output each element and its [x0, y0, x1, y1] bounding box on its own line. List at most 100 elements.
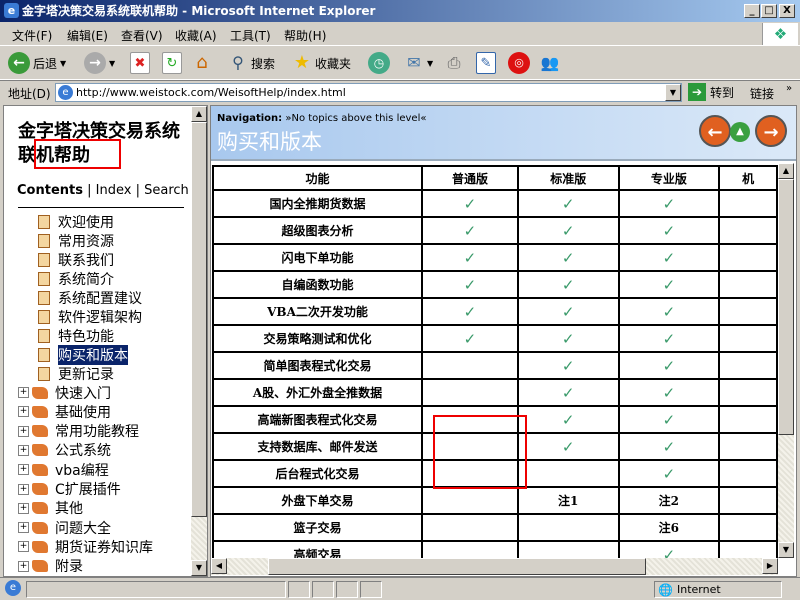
- expand-icon[interactable]: +: [18, 483, 29, 495]
- highlight-box: [433, 415, 527, 489]
- toc-book-item[interactable]: + C扩展插件: [18, 480, 121, 499]
- content-hscrollbar[interactable]: ◀ ▶: [211, 558, 778, 575]
- scroll-up-button[interactable]: ▲: [191, 106, 207, 122]
- menu-file[interactable]: 文件(F): [12, 27, 52, 44]
- stop-button[interactable]: ✖: [130, 50, 150, 76]
- toc-book-item[interactable]: + 期货证券知识库: [18, 537, 153, 556]
- toc-tabs: Contents | Index | Search: [17, 183, 189, 198]
- chevron-icon: »: [786, 83, 793, 94]
- menu-view[interactable]: 查看(V): [121, 27, 163, 44]
- toc-book-item[interactable]: + 快速入门: [18, 383, 111, 402]
- minimize-button[interactable]: _: [744, 4, 760, 18]
- expand-icon[interactable]: +: [18, 560, 29, 572]
- toc-page-item[interactable]: 软件逻辑架构: [18, 307, 142, 326]
- maximize-button[interactable]: □: [761, 4, 777, 18]
- tab-contents[interactable]: Contents: [17, 183, 83, 198]
- next-topic-button[interactable]: →: [755, 115, 787, 147]
- version-cell: [718, 351, 778, 380]
- expand-icon[interactable]: +: [18, 444, 29, 456]
- column-header: 标准版: [516, 165, 620, 191]
- scroll-thumb[interactable]: [778, 179, 794, 435]
- forward-button[interactable]: → ▼: [84, 50, 115, 76]
- refresh-button[interactable]: ↻: [162, 50, 182, 76]
- check-icon: ✓: [516, 378, 620, 407]
- expand-icon[interactable]: +: [18, 464, 29, 476]
- toc-page-item[interactable]: 常用资源: [18, 231, 114, 250]
- feature-cell: 高频交易: [212, 540, 423, 558]
- scroll-thumb[interactable]: [191, 122, 207, 517]
- toc-page-item[interactable]: 更新记录: [18, 364, 114, 383]
- menu-bar: 文件(F) 编辑(E) 查看(V) 收藏(A) 工具(T) 帮助(H): [0, 22, 800, 46]
- check-icon: ✓: [617, 297, 721, 326]
- expand-icon[interactable]: +: [18, 406, 29, 418]
- citic-button[interactable]: ◎: [508, 50, 530, 76]
- page-icon: [38, 252, 50, 267]
- toc-book-item[interactable]: + 公式系统: [18, 441, 111, 460]
- go-button[interactable]: ➔ 转到: [688, 83, 734, 101]
- zone-label: Internet: [677, 583, 721, 596]
- scroll-down-button[interactable]: ▼: [778, 542, 794, 558]
- toc-item-label: 更新记录: [58, 366, 114, 383]
- toc-book-item[interactable]: + 问题大全: [18, 518, 111, 537]
- toc-page-item[interactable]: 欢迎使用: [18, 212, 114, 231]
- content-vscrollbar[interactable]: ▲ ▼: [778, 163, 794, 558]
- version-cell: [718, 540, 778, 558]
- expand-icon[interactable]: +: [18, 502, 29, 514]
- scroll-left-button[interactable]: ◀: [211, 558, 227, 574]
- toc-book-item[interactable]: + vba编程: [18, 460, 109, 479]
- toc-item-label: vba编程: [55, 462, 109, 479]
- address-input[interactable]: e http://www.weistock.com/WeisoftHelp/in…: [55, 83, 682, 102]
- toc-scrollbar[interactable]: ▲ ▼: [191, 106, 207, 576]
- history-button[interactable]: ◷: [368, 50, 390, 76]
- table-row: 篮子交易 注6: [212, 513, 778, 542]
- scroll-down-button[interactable]: ▼: [191, 560, 207, 576]
- mail-button[interactable]: ✉ ▼: [404, 50, 433, 76]
- tab-index[interactable]: Index: [96, 183, 132, 198]
- menu-favorites[interactable]: 收藏(A): [175, 27, 217, 44]
- close-button[interactable]: X: [779, 4, 795, 18]
- table-viewport: 功能 普通版 标准版 专业版机 国内全推期货数据 ✓ ✓ ✓ 超级图表分析 ✓ ✓ ✓ 闪电下单功能 ✓…: [211, 163, 778, 558]
- menu-help[interactable]: 帮助(H): [284, 27, 326, 44]
- page-icon: e: [58, 85, 73, 100]
- history-icon: ◷: [368, 52, 390, 74]
- menu-tools[interactable]: 工具(T): [230, 27, 271, 44]
- address-dropdown-button[interactable]: ▼: [665, 84, 681, 101]
- refresh-icon: ↻: [162, 52, 182, 74]
- home-button[interactable]: ⌂: [192, 50, 212, 76]
- search-button[interactable]: ⚲ 搜索: [228, 50, 275, 76]
- expand-icon[interactable]: +: [18, 425, 29, 437]
- page-status-icon: e: [5, 580, 21, 596]
- up-topic-button[interactable]: ▲: [730, 122, 750, 142]
- toc-book-item[interactable]: + 其他: [18, 499, 83, 518]
- table-row: VBA二次开发功能 ✓ ✓ ✓: [212, 297, 778, 326]
- toc-page-item[interactable]: 系统简介: [18, 269, 114, 288]
- toc-page-item[interactable]: 系统配置建议: [18, 288, 142, 307]
- hscroll-thumb[interactable]: [268, 558, 646, 575]
- scroll-up-button[interactable]: ▲: [778, 163, 794, 179]
- edit-button[interactable]: ✎: [476, 50, 496, 76]
- print-button[interactable]: ⎙: [444, 50, 464, 76]
- version-cell: [718, 189, 778, 218]
- expand-icon[interactable]: +: [18, 541, 29, 553]
- toc-page-item[interactable]: 联系我们: [18, 250, 114, 269]
- messenger-button[interactable]: 👥: [540, 50, 560, 76]
- expand-icon[interactable]: +: [18, 522, 29, 534]
- toc-book-item[interactable]: + 基础使用: [18, 402, 111, 421]
- check-icon: ✓: [617, 189, 721, 218]
- scroll-right-button[interactable]: ▶: [762, 558, 778, 574]
- tab-search[interactable]: Search: [144, 183, 189, 198]
- address-bar: 地址(D) e http://www.weistock.com/WeisoftH…: [0, 80, 800, 103]
- previous-topic-button[interactable]: ←: [699, 115, 731, 147]
- toc-book-item[interactable]: + 常用功能教程: [18, 422, 139, 441]
- toc-page-item[interactable]: 特色功能: [18, 326, 114, 345]
- links-button[interactable]: 链接: [750, 85, 774, 102]
- toc-book-item[interactable]: + 附录: [18, 557, 83, 576]
- toc-page-item[interactable]: 购买和版本: [18, 344, 128, 365]
- toc-item-label: 问题大全: [55, 520, 111, 537]
- menu-edit[interactable]: 编辑(E): [67, 27, 108, 44]
- favorites-button[interactable]: ★ 收藏夹: [292, 50, 351, 76]
- expand-icon[interactable]: +: [18, 387, 29, 398]
- back-button[interactable]: ← 后退 ▼: [8, 50, 66, 76]
- check-icon: ✓: [617, 459, 721, 488]
- book-icon: [32, 444, 48, 457]
